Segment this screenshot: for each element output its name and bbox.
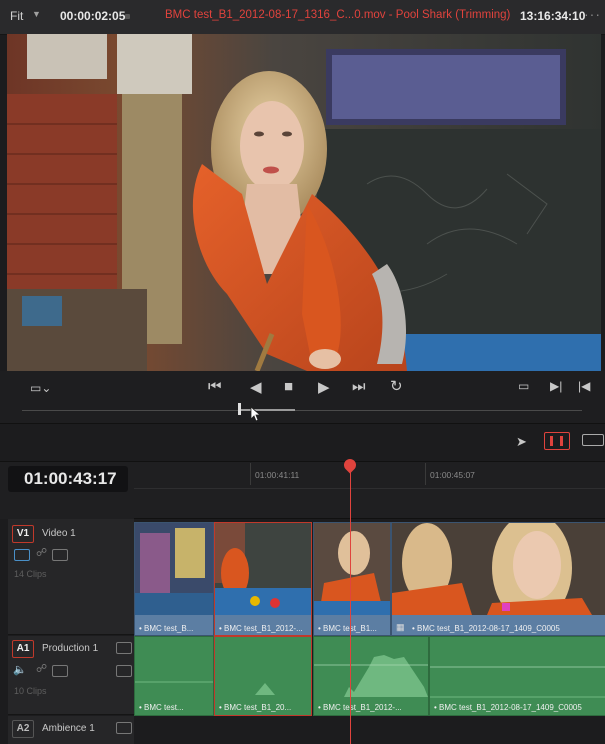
ruler-divider bbox=[134, 488, 605, 489]
speaker-icon[interactable]: 🔈 bbox=[13, 663, 27, 676]
more-options-icon[interactable]: ··· bbox=[584, 6, 601, 22]
timecode-options-icon[interactable] bbox=[125, 14, 130, 19]
video-clip-label: • BMC test_B1... bbox=[318, 624, 377, 633]
mark-in-icon[interactable]: |◀ bbox=[578, 379, 590, 393]
track-name-v1: Video 1 bbox=[42, 528, 76, 539]
audio-clip-label: • BMC test_B1_2012-... bbox=[318, 703, 402, 712]
play-reverse-icon[interactable]: ◀ bbox=[250, 378, 262, 396]
track-menu-icon[interactable] bbox=[116, 722, 132, 734]
video-clip-label: • BMC test_B1_2012-... bbox=[219, 624, 303, 633]
clip-film-icon: ▦ bbox=[396, 622, 405, 632]
audio-clip[interactable]: • BMC test... bbox=[134, 636, 214, 716]
video-clip[interactable]: • BMC test_B1... bbox=[313, 522, 391, 636]
chevron-down-icon[interactable]: ▼ bbox=[32, 9, 41, 19]
lock-icon[interactable]: ☍ bbox=[36, 546, 47, 559]
audio-waveform bbox=[430, 666, 605, 698]
ruler-tick bbox=[425, 463, 426, 485]
transport-bar: ▭⌄ ⏮ ◀ ■ ▶ ⏭ ↻ ▭ ▶| |◀ bbox=[0, 371, 605, 423]
blade-tool-icon[interactable] bbox=[582, 434, 604, 446]
video-clip-label: • BMC test_B1_2012-08-17_1409_C0005 bbox=[412, 624, 560, 633]
audio-clip-label: • BMC test_B1_2012-08-17_1409_C0005 bbox=[434, 703, 582, 712]
clip-thumbnail bbox=[215, 523, 311, 615]
clip-thumbnail bbox=[135, 523, 213, 615]
track-tag-v1[interactable]: V1 bbox=[12, 525, 34, 543]
viewer-mode-icon[interactable]: ▭⌄ bbox=[30, 381, 51, 395]
track-clips-count-a1: 10 Clips bbox=[14, 686, 47, 696]
record-timecode: 13:16:34:10 bbox=[520, 9, 586, 23]
audio-clip[interactable]: • BMC test_B1_20... bbox=[214, 636, 312, 716]
scrub-bar[interactable] bbox=[22, 410, 582, 411]
audio-clip-label: • BMC test... bbox=[139, 703, 184, 712]
track-header-a2[interactable]: A2 Ambience 1 bbox=[8, 716, 134, 744]
audio-clip[interactable]: • BMC test_B1_2012-08-17_1409_C0005 bbox=[429, 636, 605, 716]
go-to-start-icon[interactable]: ⏮ bbox=[208, 378, 222, 395]
track-video-toggle-icon[interactable] bbox=[14, 549, 30, 561]
audio-waveform bbox=[215, 683, 311, 695]
viewer-top-bar: Fit ▼ 00:00:02:05 BMC test_B1_2012-08-17… bbox=[0, 0, 605, 35]
scrub-range bbox=[240, 409, 295, 411]
ruler-tick bbox=[250, 463, 251, 485]
auto-select-icon[interactable] bbox=[52, 549, 68, 561]
auto-select-icon[interactable] bbox=[52, 665, 68, 677]
track-tag-a1[interactable]: A1 bbox=[12, 640, 34, 658]
track-header-a1[interactable]: A1 Production 1 🔈 ☍ 10 Clips bbox=[8, 636, 134, 715]
go-to-end-icon[interactable]: ⏭ bbox=[352, 378, 366, 395]
video-clip[interactable]: • BMC test_B1_2012-... bbox=[214, 522, 312, 636]
track-menu-icon[interactable] bbox=[116, 642, 132, 654]
ruler-label: 01:00:45:07 bbox=[430, 470, 475, 480]
selection-tool-icon[interactable]: ➤ bbox=[516, 434, 527, 450]
audio-waveform bbox=[314, 655, 428, 697]
audio-waveform bbox=[135, 681, 213, 683]
loop-icon[interactable]: ↻ bbox=[390, 377, 403, 395]
timeline-playhead[interactable] bbox=[350, 465, 351, 744]
scrub-playhead[interactable] bbox=[238, 403, 241, 415]
audio-clip[interactable]: • BMC test_B1_2012-... bbox=[313, 636, 429, 716]
video-viewer[interactable] bbox=[7, 34, 601, 371]
audio-clip-label: • BMC test_B1_20... bbox=[219, 703, 292, 712]
track-tag-a2[interactable]: A2 bbox=[12, 720, 34, 738]
viewer-frame-image bbox=[7, 34, 601, 371]
mouse-cursor-icon bbox=[250, 406, 260, 422]
source-timecode: 00:00:02:05 bbox=[60, 9, 126, 23]
track-divider bbox=[134, 518, 605, 519]
track-name-a2: Ambience 1 bbox=[42, 723, 95, 734]
solo-icon[interactable] bbox=[116, 665, 132, 677]
clip-thumbnail bbox=[314, 523, 390, 615]
zoom-fit-dropdown[interactable]: Fit bbox=[10, 9, 23, 23]
ruler-label: 01:00:41:11 bbox=[255, 470, 300, 480]
video-clip[interactable]: • BMC test_B1_2012-08-17_1409_C0005 ▦ bbox=[391, 522, 605, 636]
stop-icon[interactable]: ■ bbox=[284, 378, 293, 395]
track-name-a1: Production 1 bbox=[42, 643, 99, 654]
clip-title: BMC test_B1_2012-08-17_1316_C...0.mov - … bbox=[165, 9, 511, 21]
mark-out-icon[interactable]: ▶| bbox=[550, 379, 562, 393]
video-clip[interactable]: • BMC test_B... bbox=[134, 522, 214, 636]
match-frame-icon[interactable]: ▭ bbox=[518, 379, 529, 393]
timeline-toolbar: ➤ bbox=[0, 423, 605, 462]
video-clip-label: • BMC test_B... bbox=[139, 624, 194, 633]
timeline-timecode-box: 01:00:43:17 bbox=[8, 466, 128, 492]
play-forward-icon[interactable]: ▶ bbox=[318, 378, 330, 396]
clip-thumbnail bbox=[392, 523, 605, 615]
lock-icon[interactable]: ☍ bbox=[36, 662, 47, 675]
track-header-v1[interactable]: V1 Video 1 ☍ 14 Clips bbox=[8, 519, 134, 635]
track-clips-count-v1: 14 Clips bbox=[14, 569, 47, 579]
timeline-timecode: 01:00:43:17 bbox=[24, 469, 117, 488]
trim-tool-icon[interactable] bbox=[544, 432, 570, 450]
